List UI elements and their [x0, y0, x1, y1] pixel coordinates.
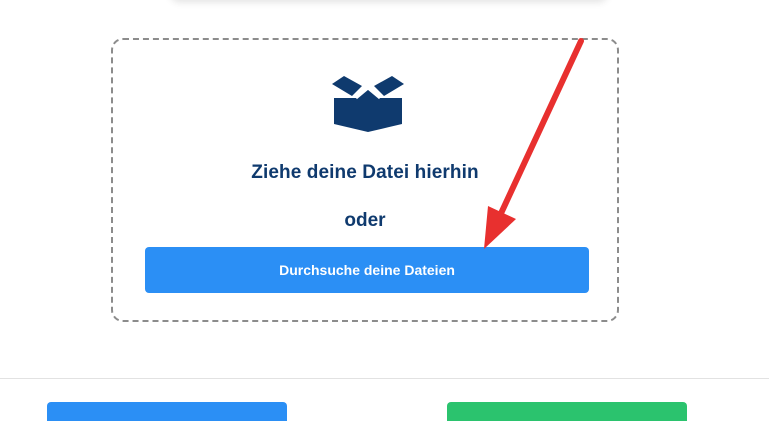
browse-files-button[interactable]: Durchsuche deine Dateien: [145, 247, 589, 293]
browse-files-button-label: Durchsuche deine Dateien: [279, 262, 455, 278]
back-button[interactable]: [47, 402, 287, 421]
footer-divider: [0, 378, 769, 379]
drop-zone-or-label: oder: [344, 210, 386, 231]
open-box-icon: [332, 76, 404, 132]
file-drop-zone[interactable]: Ziehe deine Datei hierhin oder Durchsuch…: [111, 38, 619, 322]
upload-page: Ziehe deine Datei hierhin oder Durchsuch…: [0, 0, 769, 421]
continue-button[interactable]: [447, 402, 687, 421]
drop-zone-title: Ziehe deine Datei hierhin: [251, 162, 479, 183]
